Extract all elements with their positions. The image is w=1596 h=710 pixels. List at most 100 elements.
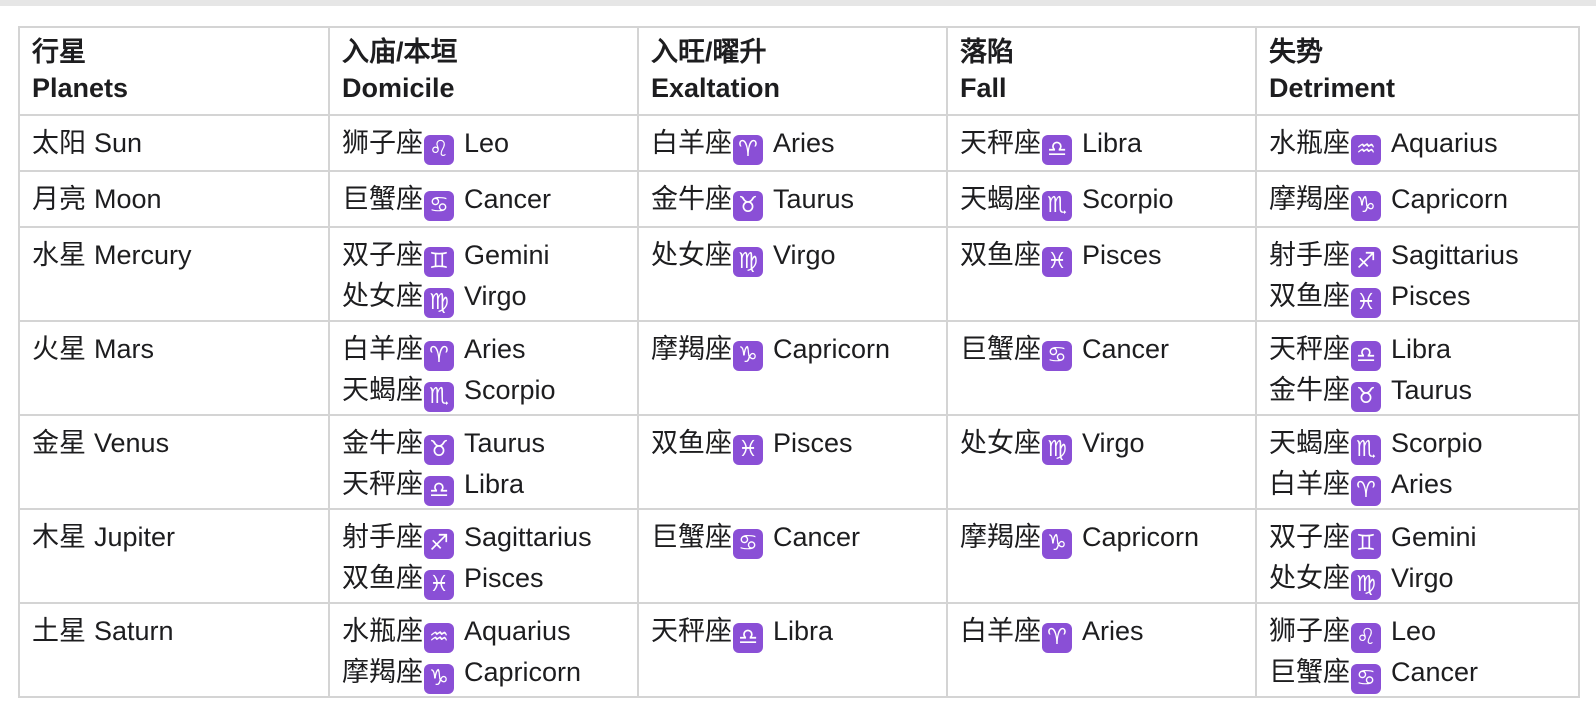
zodiac-capricorn-icon: ♑ (1042, 529, 1072, 559)
sign-name-zh: 双子座 (342, 240, 423, 270)
zodiac-sagittarius-icon: ♐ (1351, 247, 1381, 277)
sign-name-en: Pisces (464, 563, 544, 593)
fall-cell: 处女座 ♍ Virgo (946, 414, 1257, 510)
sign-name-zh: 摩羯座 (651, 334, 732, 364)
sign-name-zh: 水瓶座 (1269, 128, 1350, 158)
table-row: 金星 Venus 金牛座 ♉ Taurus 天秤座 ♎ Libra 双鱼座 ♓ Pisces 处女座 ♍… (18, 414, 1580, 510)
zodiac-cancer-icon: ♋ (1042, 341, 1072, 371)
sign-name-zh: 金牛座 (651, 184, 732, 214)
sign-name-en: Aries (1082, 616, 1144, 646)
zodiac-gemini-icon: ♊ (424, 247, 454, 277)
table-row: 太阳 Sun 狮子座 ♌ Leo 白羊座 ♈ Aries 天秤座 ♎ Libra 水瓶座 ♒ Aquari… (18, 114, 1580, 172)
sign-name-en: Leo (1391, 616, 1437, 646)
zodiac-pisces-icon: ♓ (1042, 247, 1072, 277)
zodiac-sign-entry: 摩羯座 ♑ Capricorn (960, 518, 1254, 559)
sign-name-en: Capricorn (773, 334, 891, 364)
domicile-cell: 双子座 ♊ Gemini 处女座 ♍ Virgo (328, 226, 639, 322)
sign-name-zh: 水瓶座 (342, 616, 423, 646)
zodiac-pisces-icon: ♓ (733, 435, 763, 465)
header-label-zh: 落陷 (960, 37, 1014, 67)
sign-name-en: Cancer (1082, 334, 1170, 364)
fall-cell: 巨蟹座 ♋ Cancer (946, 320, 1257, 416)
sign-name-en: Aquarius (464, 616, 571, 646)
fall-cell: 白羊座 ♈ Aries (946, 602, 1257, 698)
zodiac-sign-entry: 处女座 ♍ Virgo (651, 236, 945, 277)
sign-name-en: Gemini (1391, 522, 1477, 552)
zodiac-leo-icon: ♌ (1351, 623, 1381, 653)
sign-name-en: Aquarius (1391, 128, 1498, 158)
detriment-cell: 双子座 ♊ Gemini 处女座 ♍ Virgo (1255, 508, 1580, 604)
sign-name-en: Aries (773, 128, 835, 158)
zodiac-cancer-icon: ♋ (733, 529, 763, 559)
detriment-cell: 射手座 ♐ Sagittarius 双鱼座 ♓ Pisces (1255, 226, 1580, 322)
sign-name-zh: 天蝎座 (960, 184, 1041, 214)
sign-name-zh: 天秤座 (960, 128, 1041, 158)
zodiac-virgo-icon: ♍ (424, 288, 454, 318)
zodiac-sign-entry: 巨蟹座 ♋ Cancer (651, 518, 945, 559)
sign-name-en: Pisces (773, 428, 853, 458)
document-page: 行星 Planets 入庙/本垣 Domicile 入旺/曜升 Exaltati… (0, 6, 1596, 710)
header-label-en: Fall (960, 73, 1007, 103)
table-header-row: 行星 Planets 入庙/本垣 Domicile 入旺/曜升 Exaltati… (18, 26, 1580, 116)
detriment-cell: 天秤座 ♎ Libra 金牛座 ♉ Taurus (1255, 320, 1580, 416)
sign-name-en: Cancer (464, 184, 552, 214)
sign-name-zh: 狮子座 (1269, 616, 1350, 646)
sign-name-zh: 天秤座 (1269, 334, 1350, 364)
sign-name-en: Scorpio (464, 375, 556, 405)
sign-name-en: Scorpio (1082, 184, 1174, 214)
sign-name-en: Virgo (464, 281, 527, 311)
zodiac-sign-entry: 双鱼座 ♓ Pisces (342, 559, 636, 600)
sign-name-zh: 金牛座 (342, 428, 423, 458)
sign-name-zh: 双鱼座 (651, 428, 732, 458)
planet-name-zh: 太阳 (32, 128, 86, 158)
zodiac-aquarius-icon: ♒ (1351, 135, 1381, 165)
zodiac-scorpio-icon: ♏ (1042, 191, 1072, 221)
zodiac-capricorn-icon: ♑ (733, 341, 763, 371)
sign-name-en: Pisces (1082, 240, 1162, 270)
sign-name-zh: 射手座 (342, 522, 423, 552)
sign-name-en: Virgo (1082, 428, 1145, 458)
zodiac-sign-entry: 巨蟹座 ♋ Cancer (1269, 653, 1577, 694)
sign-name-en: Taurus (773, 184, 855, 214)
table-row: 火星 Mars 白羊座 ♈ Aries 天蝎座 ♏ Scorpio 摩羯座 ♑ Capricorn 巨… (18, 320, 1580, 416)
fall-cell: 天蝎座 ♏ Scorpio (946, 170, 1257, 228)
header-label-en: Exaltation (651, 73, 781, 103)
planetary-dignities-table: 行星 Planets 入庙/本垣 Domicile 入旺/曜升 Exaltati… (18, 26, 1580, 698)
header-domicile: 入庙/本垣 Domicile (328, 26, 639, 116)
zodiac-sign-entry: 狮子座 ♌ Leo (1269, 612, 1577, 653)
sign-name-en: Virgo (1391, 563, 1454, 593)
planet-name-en: Mars (94, 334, 154, 364)
sign-name-en: Libra (1082, 128, 1143, 158)
zodiac-sign-entry: 巨蟹座 ♋ Cancer (960, 330, 1254, 371)
sign-name-zh: 双鱼座 (1269, 281, 1350, 311)
zodiac-sign-entry: 金牛座 ♉ Taurus (342, 424, 636, 465)
sign-name-zh: 摩羯座 (960, 522, 1041, 552)
zodiac-leo-icon: ♌ (424, 135, 454, 165)
planet-name-zh: 水星 (32, 240, 86, 270)
domicile-cell: 白羊座 ♈ Aries 天蝎座 ♏ Scorpio (328, 320, 639, 416)
zodiac-sign-entry: 处女座 ♍ Virgo (960, 424, 1254, 465)
sign-name-en: Taurus (1391, 375, 1473, 405)
sign-name-en: Aries (1391, 469, 1453, 499)
sign-name-zh: 白羊座 (960, 616, 1041, 646)
header-detriment: 失势 Detriment (1255, 26, 1580, 116)
zodiac-sign-entry: 金牛座 ♉ Taurus (1269, 371, 1577, 412)
zodiac-taurus-icon: ♉ (733, 191, 763, 221)
sign-name-zh: 白羊座 (342, 334, 423, 364)
sign-name-en: Taurus (464, 428, 546, 458)
header-label-zh: 入旺/曜升 (651, 37, 767, 67)
zodiac-libra-icon: ♎ (1042, 135, 1072, 165)
planet-cell: 土星 Saturn (18, 602, 330, 698)
sign-name-zh: 双鱼座 (342, 563, 423, 593)
zodiac-sagittarius-icon: ♐ (424, 529, 454, 559)
sign-name-zh: 处女座 (651, 240, 732, 270)
zodiac-sign-entry: 双子座 ♊ Gemini (342, 236, 636, 277)
sign-name-zh: 白羊座 (1269, 469, 1350, 499)
zodiac-libra-icon: ♎ (733, 623, 763, 653)
zodiac-sign-entry: 双子座 ♊ Gemini (1269, 518, 1577, 559)
sign-name-zh: 处女座 (342, 281, 423, 311)
planet-name-en: Jupiter (94, 522, 176, 552)
zodiac-sign-entry: 天蝎座 ♏ Scorpio (960, 180, 1254, 221)
sign-name-en: Pisces (1391, 281, 1471, 311)
sign-name-en: Libra (773, 616, 834, 646)
